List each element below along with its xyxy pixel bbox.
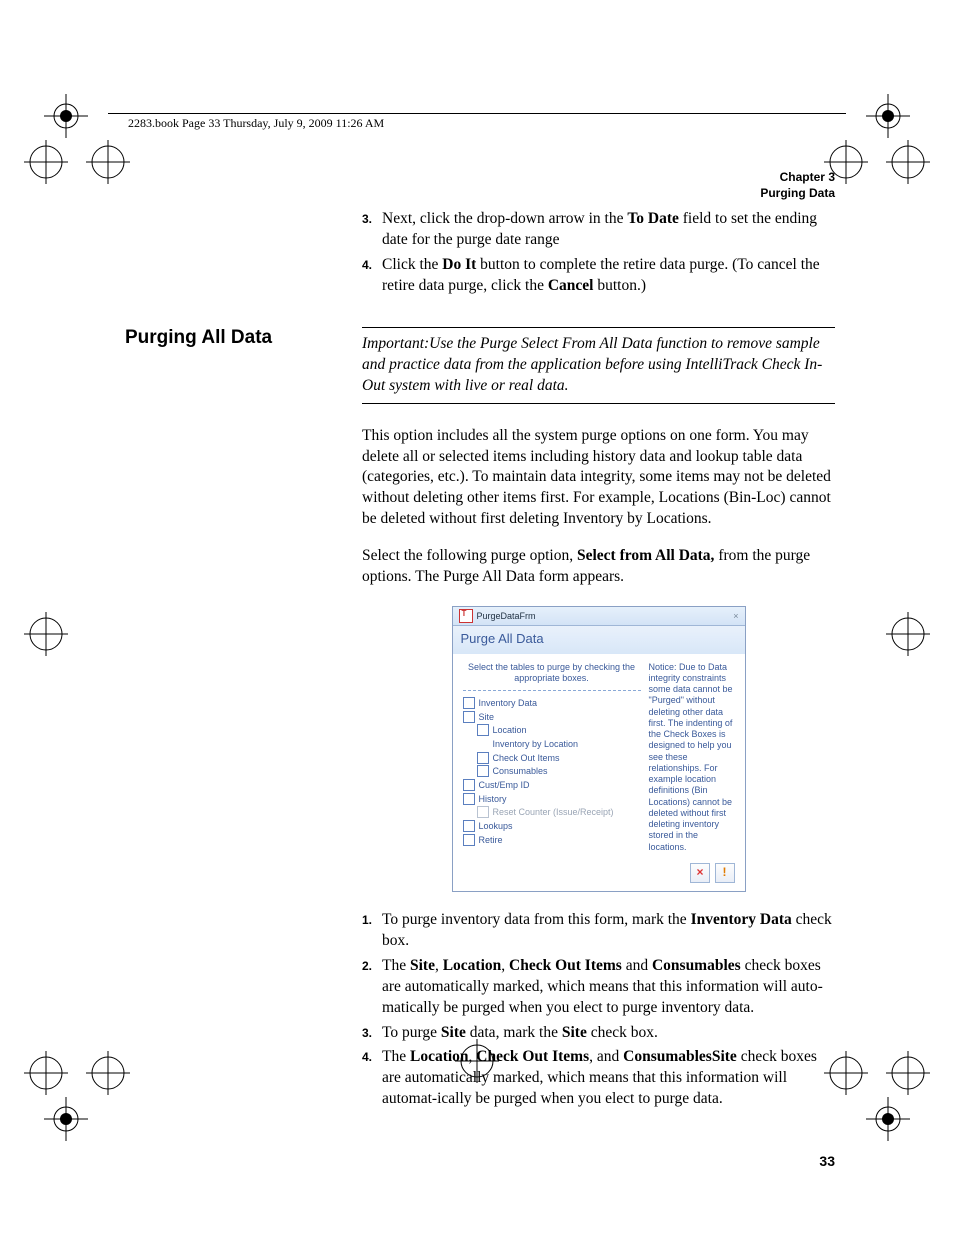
checkbox-row[interactable]: Consumables <box>463 765 641 777</box>
steps-list-top: 3.Next, click the drop-down arrow in the… <box>362 209 835 297</box>
checkbox-row[interactable]: Reset Counter (Issue/Receipt) <box>463 806 641 818</box>
checkbox-label: Retire <box>479 834 503 846</box>
dialog-instruction: Select the tables to purge by checking t… <box>463 662 641 692</box>
checkbox-row[interactable]: Inventory Data <box>463 697 641 709</box>
step-item: 1.To purge inventory data from this form… <box>362 910 835 952</box>
registration-mark <box>44 94 88 138</box>
rule <box>362 327 835 328</box>
crosshair-mark <box>86 1051 130 1095</box>
dialog-titlebar: PurgeDataFrm × <box>453 607 745 626</box>
do-it-button[interactable]: ! <box>715 863 735 883</box>
step-item: 3.Next, click the drop-down arrow in the… <box>362 209 835 251</box>
checkbox[interactable] <box>463 820 475 832</box>
paragraph: This option includes all the system purg… <box>362 426 835 531</box>
checkbox-row[interactable]: Cust/Emp ID <box>463 779 641 791</box>
checkbox-label: Reset Counter (Issue/Receipt) <box>493 806 614 818</box>
step-item: 4.The Location, Check Out Items, and Con… <box>362 1047 835 1110</box>
header-rule <box>108 113 846 114</box>
spread-header: 2283.book Page 33 Thursday, July 9, 2009… <box>128 116 384 131</box>
checkbox-label: Lookups <box>479 820 513 832</box>
registration-mark <box>866 1097 910 1141</box>
checkbox[interactable] <box>463 711 475 723</box>
checkbox-label: Inventory by Location <box>493 738 579 750</box>
checkbox-label: Location <box>493 724 527 736</box>
crosshair-mark <box>886 140 930 184</box>
checkbox-row[interactable]: Check Out Items <box>463 752 641 764</box>
dialog-title: PurgeDataFrm <box>477 610 536 622</box>
checkbox-row[interactable]: Retire <box>463 834 641 846</box>
checkbox[interactable] <box>463 834 475 846</box>
checkbox-label: History <box>479 793 507 805</box>
app-icon <box>459 609 473 623</box>
checkbox[interactable] <box>477 752 489 764</box>
registration-mark <box>44 1097 88 1141</box>
crosshair-mark <box>24 612 68 656</box>
crosshair-mark <box>24 140 68 184</box>
important-note: Important:Use the Purge Select From All … <box>362 334 835 397</box>
chapter-number: Chapter 3 <box>125 170 835 186</box>
checkbox[interactable] <box>477 806 489 818</box>
steps-list-bottom: 1.To purge inventory data from this form… <box>362 910 835 1110</box>
dialog-header: Purge All Data <box>453 626 745 654</box>
registration-mark <box>866 94 910 138</box>
checkbox-row[interactable]: Lookups <box>463 820 641 832</box>
section-heading: Purging All Data <box>125 327 362 404</box>
checkbox[interactable] <box>463 697 475 709</box>
checkbox-label: Cust/Emp ID <box>479 779 530 791</box>
step-item: 3.To purge Site data, mark the Site chec… <box>362 1023 835 1044</box>
checkbox-label: Check Out Items <box>493 752 560 764</box>
checkbox[interactable] <box>463 779 475 791</box>
checkbox[interactable] <box>477 724 489 736</box>
cancel-button[interactable]: × <box>690 863 710 883</box>
chapter-title: Purging Data <box>125 186 835 202</box>
checkbox[interactable] <box>477 765 489 777</box>
purge-data-dialog: PurgeDataFrm × Purge All Data Select the… <box>452 606 746 892</box>
checkbox-label: Site <box>479 711 495 723</box>
step-item: 4.Click the Do It button to complete the… <box>362 255 835 297</box>
crosshair-mark <box>24 1051 68 1095</box>
checkbox-row[interactable]: Location <box>463 724 641 736</box>
checkbox-row[interactable]: Inventory by Location <box>463 738 641 750</box>
dialog-notice: Notice: Due to Data integrity constraint… <box>649 662 735 853</box>
checkbox[interactable] <box>463 793 475 805</box>
checkbox-row[interactable]: History <box>463 793 641 805</box>
close-icon[interactable]: × <box>733 610 738 622</box>
crosshair-mark <box>86 140 130 184</box>
paragraph: Select the following purge option, Selec… <box>362 546 835 588</box>
crosshair-mark <box>886 1051 930 1095</box>
crosshair-mark <box>886 612 930 656</box>
rule <box>362 403 835 404</box>
checkbox-row[interactable]: Site <box>463 711 641 723</box>
checkbox-label: Consumables <box>493 765 548 777</box>
page-number: 33 <box>819 1153 835 1169</box>
checkbox-label: Inventory Data <box>479 697 538 709</box>
step-item: 2.The Site, Location, Check Out Items an… <box>362 956 835 1019</box>
